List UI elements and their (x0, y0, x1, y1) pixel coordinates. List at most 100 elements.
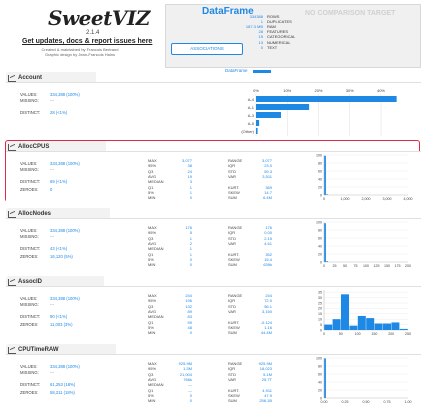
stat-value: 4.61 (264, 240, 272, 246)
summary-missing-label: MISSING: (20, 370, 39, 375)
histogram-bar (324, 358, 326, 398)
stat-sum: SUM 6.4M (228, 195, 272, 200)
stat-value: 0 (189, 330, 192, 336)
stat-std: STD 59.3 (228, 169, 272, 174)
stat-value: 48 (187, 324, 192, 330)
x-tick-label: 150 (371, 332, 377, 336)
histogram-bar (326, 194, 328, 195)
stat-label: SKEW (228, 256, 240, 262)
stat-label: KURT. (228, 184, 240, 190)
summary-values-label: VALUES: (20, 296, 38, 301)
summary-zeroes: ZEROES: 16,120 (5%) (20, 254, 100, 260)
stat-95: 95% 38 (148, 163, 192, 168)
stat-value: 56.1 (264, 303, 272, 309)
stat-kurt: KURT. 4,911 (228, 388, 272, 393)
credit-design: Graphic design by Jean-Francois Hains (44, 52, 116, 57)
stat-avg: AVG 2 (148, 241, 192, 246)
summary-distinct: DISTINCT: 69 (<1%) (20, 179, 100, 185)
stat-value: 47.9 (264, 392, 272, 398)
stat-95: 95% 1.3M (148, 366, 192, 371)
y-tick-label: 80 (318, 228, 322, 232)
stat-q3: Q3 24 (148, 169, 192, 174)
stat-value: 3,077 (181, 158, 192, 163)
stat-label: 95% (148, 366, 157, 372)
summary-missing-label: MISSING: (20, 234, 39, 239)
stat-q3: Q3 1 (148, 236, 192, 241)
stat-value: 3 (189, 179, 192, 185)
summary-missing: MISSING: --- (20, 302, 100, 308)
stat-median: MEDIAN --- (148, 382, 192, 387)
stat-std: STD 56.1 (228, 304, 272, 309)
stat-label: SKEW (228, 189, 240, 195)
y-tick-label: 60 (318, 372, 322, 376)
stat-var: VAR 3,150 (228, 309, 272, 314)
stat-value: 2 (189, 240, 192, 246)
stat-value: 72.0 (264, 298, 272, 304)
feature-section-account: Account VALUES: 334,388 (100%) MISSING: --- D… (6, 72, 421, 136)
summary-zeroes: ZEROES: 58,211 (18%) (20, 390, 100, 396)
stat-blank (228, 246, 272, 251)
stat-value: 24 (187, 168, 192, 174)
df-stat-label: TEXT (267, 44, 278, 50)
summary-zeroes-value: 11,003 (3%) (50, 322, 73, 327)
stat-range: RANGE 176 (228, 225, 272, 230)
stat-value: 1 (189, 189, 192, 195)
stat-label: IQR (228, 298, 236, 304)
stat-value: 1 (189, 251, 192, 257)
stat-sum: SUM 639k (228, 262, 272, 267)
x-tick-label: 25 (333, 264, 337, 268)
stat-value: 766k (183, 376, 192, 382)
category-label: A-1 (248, 105, 255, 110)
stat-skew: SKEW 47.9 (228, 393, 272, 398)
stat-value: 18,023 (259, 366, 272, 372)
stat-label: SUM (228, 398, 237, 404)
summary-distinct: DISTINCT: 61,253 (18%) (20, 382, 100, 388)
y-tick-label: 20 (318, 185, 322, 189)
stat-value: 639k (263, 262, 272, 268)
chart-icon (8, 279, 16, 286)
y-tick-label: 20 (318, 307, 322, 311)
stat-value: 3,511 (262, 173, 272, 179)
stat-kurt: KURT. 369 (228, 185, 272, 190)
stat-label: RANGE (228, 158, 243, 163)
stat-label: IQR (228, 230, 236, 236)
stat-value: 1.16 (264, 324, 272, 330)
histogram-bar (383, 323, 391, 330)
x-tick-label: 150 (384, 264, 390, 268)
category-label: A-5 (248, 121, 255, 126)
x-tick-label: 3,000 (383, 197, 392, 201)
get-updates-link[interactable]: Get updates, docs & report issues here (22, 38, 152, 45)
histogram-bar (374, 323, 383, 330)
stat-label: MAX (148, 293, 157, 298)
stat-value: 2.15 (264, 235, 272, 241)
stat-var: VAR 25.7T (228, 377, 272, 382)
summary-zeroes-label: ZEROES: (20, 187, 39, 192)
summary-zeroes-label: ZEROES: (20, 322, 39, 327)
y-tick-label: 5 (320, 323, 322, 327)
stat-5: 5% 1 (148, 190, 192, 195)
y-tick-label: 40 (318, 380, 322, 384)
stat-kurt: KURT. -0.124 (228, 320, 272, 325)
stat-label: 95% (148, 163, 157, 169)
x-tick-label: 0.25 (342, 400, 349, 404)
stat-max: MAX 3,077 (148, 158, 192, 163)
stat-label: MIN (148, 330, 156, 336)
feature-histogram: 0 20 40 60 80 100 0 25 50 75 100 125 150 175 200 (316, 220, 411, 268)
stat-label: 5% (148, 392, 154, 398)
summary-distinct-label: DISTINCT: (20, 179, 41, 184)
stat-value: 1 (189, 184, 192, 190)
y-tick-label: 0 (320, 328, 322, 332)
x-tick-label: 75 (354, 264, 358, 268)
stat-label: MAX (148, 158, 157, 163)
stat-min: MIN 0 (148, 398, 192, 403)
stat-label: 5% (148, 189, 154, 195)
summary-missing-value: --- (50, 370, 55, 375)
stat-label: AVG (148, 376, 157, 382)
stat-label: SUM (228, 195, 237, 201)
stat-label: MEDIAN (148, 179, 164, 185)
stat-label: RANGE (228, 293, 243, 298)
histogram-bar (349, 325, 358, 330)
stat-label: Q1 (148, 319, 154, 325)
histogram-bar (391, 322, 400, 330)
stat-value: 1.3M (183, 366, 192, 372)
